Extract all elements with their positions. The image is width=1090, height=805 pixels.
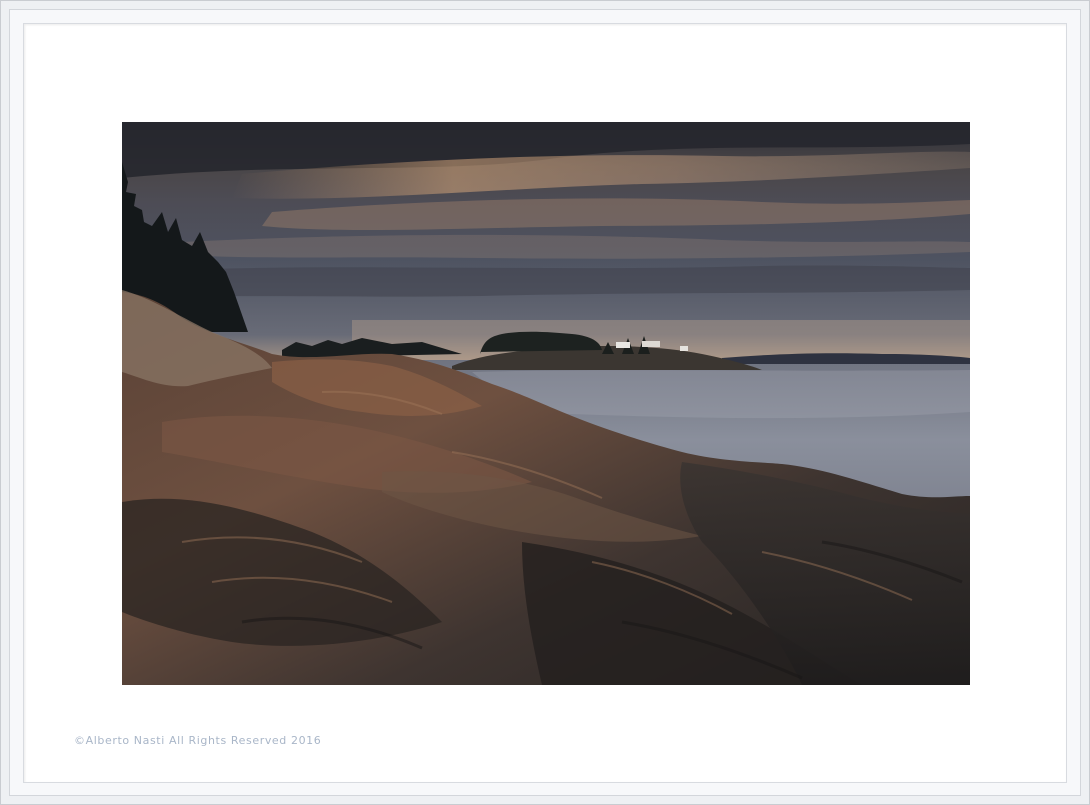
lighthouse-house [616, 342, 630, 348]
lighthouse-house-3 [680, 346, 688, 351]
lighthouse-house-2 [642, 341, 660, 347]
copyright-caption: ©Alberto Nasti All Rights Reserved 2016 [74, 734, 322, 747]
landscape-photo [122, 122, 970, 685]
picture-frame: ©Alberto Nasti All Rights Reserved 2016 [0, 0, 1090, 805]
